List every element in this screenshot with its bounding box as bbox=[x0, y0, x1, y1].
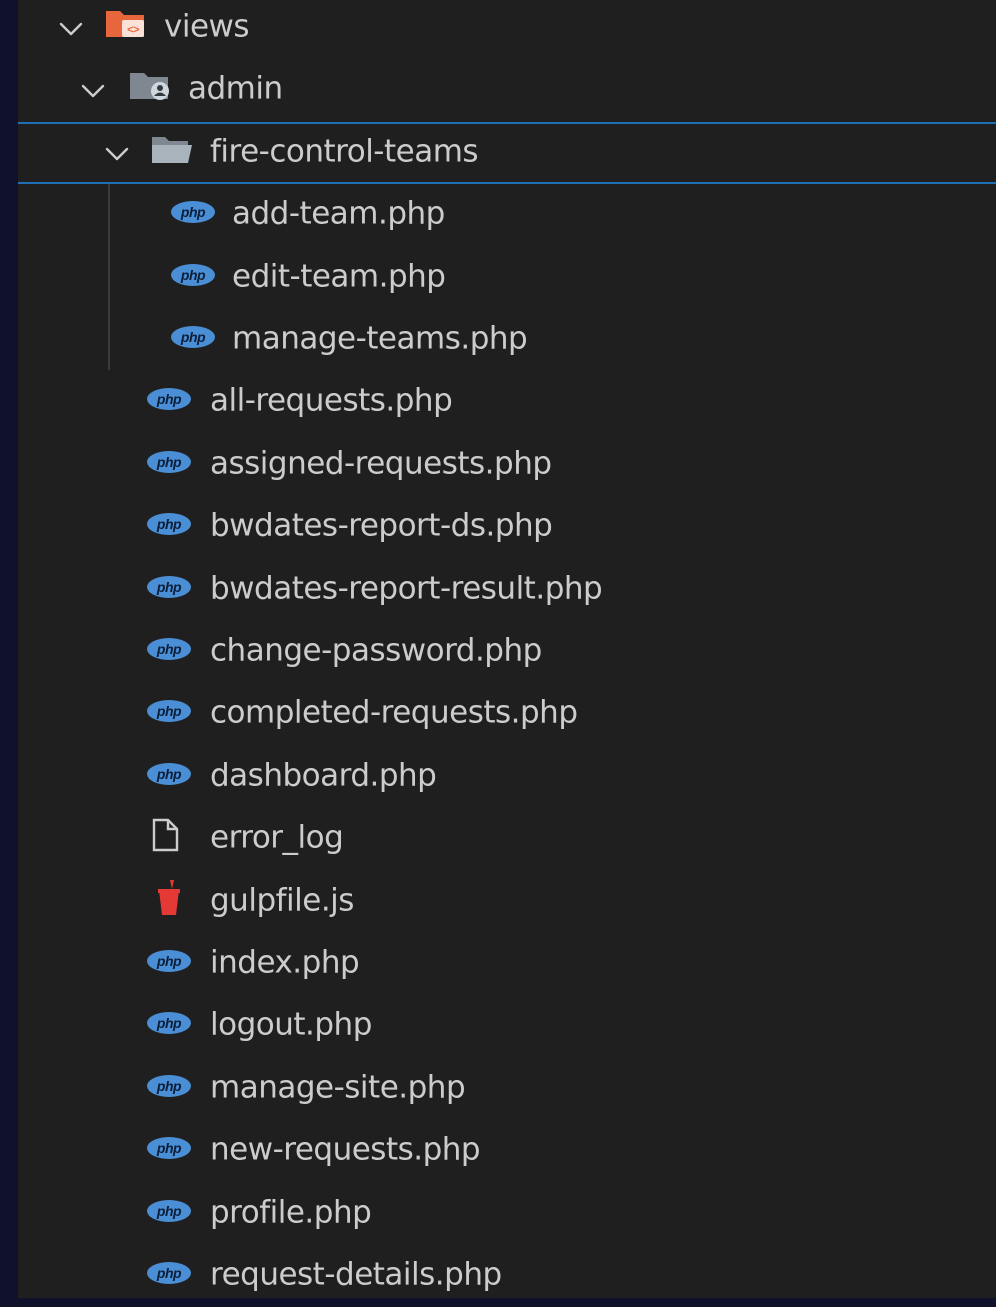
svg-text:php: php bbox=[156, 1140, 182, 1156]
svg-text:php: php bbox=[156, 641, 182, 657]
php-file-icon: php bbox=[146, 759, 192, 795]
php-file-icon: php bbox=[146, 1258, 192, 1294]
file-icon bbox=[150, 818, 180, 860]
tree-item-label: edit-team.php bbox=[232, 258, 446, 295]
tree-item-label: assigned-requests.php bbox=[210, 445, 552, 482]
tree-item-label: change-password.php bbox=[210, 632, 542, 669]
svg-text:php: php bbox=[156, 454, 182, 470]
tree-item-label: logout.php bbox=[210, 1006, 372, 1043]
tree-file-row[interactable]: php profile.php bbox=[18, 1183, 996, 1245]
php-file-icon: php bbox=[146, 447, 192, 483]
php-file-icon: php bbox=[146, 946, 192, 982]
tree-item-label: bwdates-report-result.php bbox=[210, 570, 603, 607]
tree-file-row[interactable]: php assigned-requests.php bbox=[18, 434, 996, 496]
tree-file-row[interactable]: php completed-requests.php bbox=[18, 683, 996, 745]
tree-item-label: manage-teams.php bbox=[232, 320, 528, 357]
php-file-icon: php bbox=[170, 260, 216, 296]
tree-item-label: views bbox=[164, 8, 250, 45]
tree-item-label: index.php bbox=[210, 944, 360, 981]
php-file-icon: php bbox=[146, 1133, 192, 1169]
tree-item-label: profile.php bbox=[210, 1194, 372, 1231]
tree-file-row[interactable]: php dashboard.php bbox=[18, 746, 996, 808]
tree-file-row[interactable]: php manage-site.php bbox=[18, 1058, 996, 1120]
tree-file-row[interactable]: php bwdates-report-ds.php bbox=[18, 496, 996, 558]
chevron-down-icon[interactable] bbox=[104, 135, 130, 171]
php-file-icon: php bbox=[146, 1196, 192, 1232]
tree-folder-row[interactable]: <> views bbox=[18, 0, 996, 59]
tree-file-row[interactable]: php change-password.php bbox=[18, 621, 996, 683]
tree-file-row[interactable]: gulpfile.js bbox=[18, 871, 996, 933]
tree-file-row[interactable]: php manage-teams.php bbox=[18, 309, 996, 371]
tree-file-row[interactable]: php edit-team.php bbox=[18, 247, 996, 309]
tree-file-row[interactable]: php index.php bbox=[18, 933, 996, 995]
php-file-icon: php bbox=[146, 384, 192, 420]
svg-text:php: php bbox=[156, 1203, 182, 1219]
svg-text:php: php bbox=[156, 516, 182, 532]
tree-file-row[interactable]: php logout.php bbox=[18, 995, 996, 1057]
php-file-icon: php bbox=[146, 572, 192, 608]
tree-item-label: dashboard.php bbox=[210, 757, 437, 794]
tree-file-row[interactable]: php new-requests.php bbox=[18, 1120, 996, 1182]
tree-item-label: fire-control-teams bbox=[210, 133, 479, 170]
php-file-icon: php bbox=[146, 1008, 192, 1044]
file-explorer: <> views admin fire-control-teams php add-tea… bbox=[18, 0, 996, 1298]
svg-text:php: php bbox=[156, 1078, 182, 1094]
svg-text:php: php bbox=[156, 579, 182, 595]
tree-item-label: error_log bbox=[210, 819, 344, 856]
svg-text:php: php bbox=[156, 1015, 182, 1031]
tree-file-row[interactable]: php bwdates-report-result.php bbox=[18, 559, 996, 621]
tree-file-row[interactable]: php add-team.php bbox=[18, 184, 996, 246]
php-file-icon: php bbox=[146, 1071, 192, 1107]
php-file-icon: php bbox=[146, 634, 192, 670]
svg-text:php: php bbox=[156, 391, 182, 407]
svg-text:php: php bbox=[156, 766, 182, 782]
svg-text:php: php bbox=[156, 1265, 182, 1281]
php-file-icon: php bbox=[146, 509, 192, 545]
svg-text:php: php bbox=[156, 703, 182, 719]
tree-item-label: new-requests.php bbox=[210, 1131, 481, 1168]
folder-open-icon bbox=[150, 133, 194, 173]
svg-text:php: php bbox=[180, 267, 206, 283]
tree-item-label: add-team.php bbox=[232, 195, 445, 232]
admin-folder-icon bbox=[128, 69, 172, 111]
tree-item-label: bwdates-report-ds.php bbox=[210, 507, 553, 544]
php-file-icon: php bbox=[170, 322, 216, 358]
tree-item-label: completed-requests.php bbox=[210, 694, 578, 731]
tree-item-label: all-requests.php bbox=[210, 382, 453, 419]
tree-file-row[interactable]: php all-requests.php bbox=[18, 371, 996, 433]
tree-item-label: gulpfile.js bbox=[210, 882, 354, 919]
svg-text:<>: <> bbox=[127, 24, 139, 36]
svg-text:php: php bbox=[180, 329, 206, 345]
svg-text:php: php bbox=[156, 953, 182, 969]
views-folder-icon: <> bbox=[104, 7, 148, 49]
chevron-down-icon[interactable] bbox=[58, 10, 84, 46]
php-file-icon: php bbox=[146, 696, 192, 732]
svg-text:php: php bbox=[180, 204, 206, 220]
tree-item-label: request-details.php bbox=[210, 1256, 502, 1293]
chevron-down-icon[interactable] bbox=[80, 72, 106, 108]
tree-item-label: admin bbox=[188, 70, 283, 107]
gulp-icon bbox=[156, 879, 182, 925]
php-file-icon: php bbox=[170, 197, 216, 233]
tree-folder-row[interactable]: admin bbox=[18, 59, 996, 121]
tree-item-label: manage-site.php bbox=[210, 1069, 466, 1106]
tree-file-row[interactable]: error_log bbox=[18, 808, 996, 870]
tree-folder-row[interactable]: fire-control-teams bbox=[18, 121, 996, 184]
